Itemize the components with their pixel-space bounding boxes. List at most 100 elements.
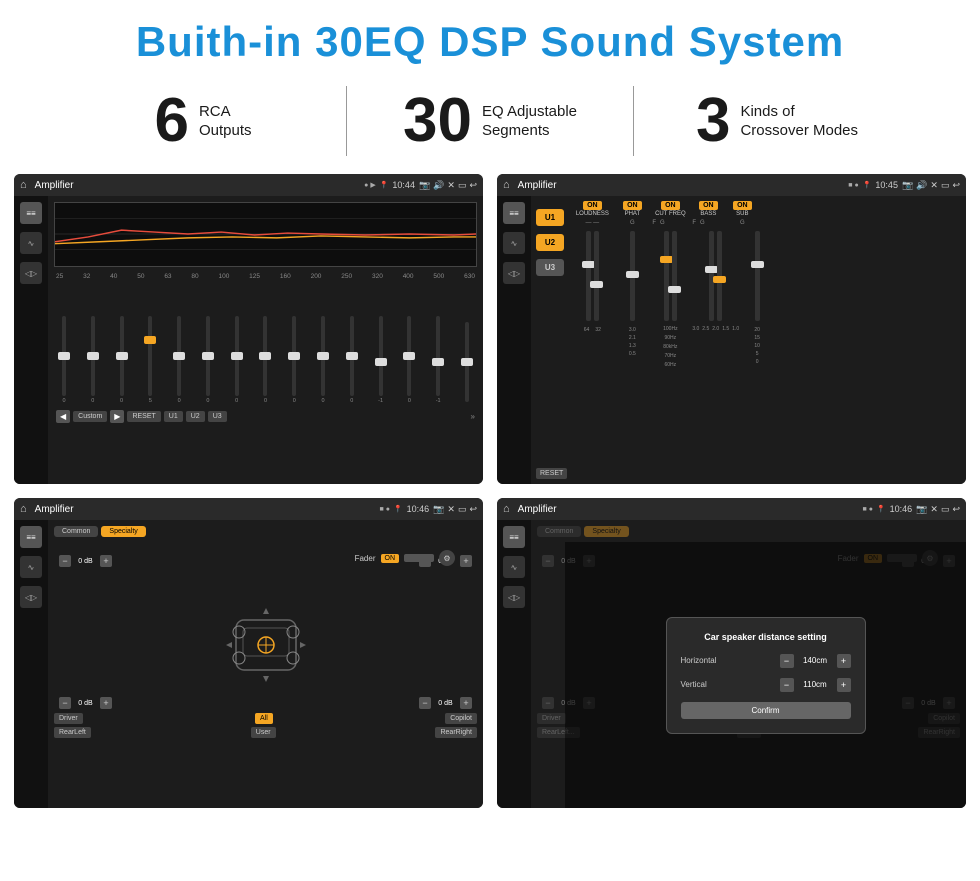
time-eq: 10:44 xyxy=(392,180,415,190)
preset-u1-btn[interactable]: U1 xyxy=(536,209,564,226)
back-icon-2[interactable]: ↩ xyxy=(952,180,960,191)
eq-slider-6[interactable]: 0 xyxy=(229,316,245,404)
cutfreq-hz-3: 80kHz xyxy=(663,344,677,350)
home-icon-3[interactable]: ⌂ xyxy=(20,503,27,515)
copilot-btn-fader[interactable]: Copilot xyxy=(445,713,477,724)
rearleft-btn[interactable]: RearLeft xyxy=(54,727,91,738)
eq-slider-0[interactable]: 0 xyxy=(56,316,72,404)
tab-specialty-btn[interactable]: Specialty xyxy=(101,526,145,537)
loudness-track-2[interactable] xyxy=(594,231,599,321)
topbar-title-eq: Amplifier xyxy=(35,180,360,191)
x-icon-4[interactable]: ✕ xyxy=(930,504,938,515)
back-icon-3[interactable]: ↩ xyxy=(469,504,477,515)
home-icon-2[interactable]: ⌂ xyxy=(503,179,510,191)
eq-next-btn[interactable]: ▶ xyxy=(110,410,124,423)
db-plus-bottomright[interactable]: + xyxy=(460,697,472,709)
eq-slider-1[interactable]: 0 xyxy=(85,316,101,404)
phat-track[interactable] xyxy=(630,231,635,321)
db-plus-topright[interactable]: + xyxy=(460,555,472,567)
fader-slider[interactable] xyxy=(404,554,434,562)
eq-slider-4[interactable]: 0 xyxy=(171,316,187,404)
horizontal-minus-btn[interactable]: − xyxy=(780,654,794,668)
eq-slider-3[interactable]: 5 xyxy=(142,316,158,404)
page-title: Buith-in 30EQ DSP Sound System xyxy=(0,0,980,76)
horizontal-stepper[interactable]: − 140cm + xyxy=(780,654,851,668)
screen-fader: ⌂ Amplifier ■ ● 📍 10:46 📷 ✕ ▭ ↩ ≡≡ ∿ ◁▷ … xyxy=(14,498,483,808)
sidebar-dialog-eq-icon[interactable]: ≡≡ xyxy=(503,526,525,548)
preset-u3-btn[interactable]: U3 xyxy=(536,259,564,276)
vertical-minus-btn[interactable]: − xyxy=(780,678,794,692)
reset-btn-crossover[interactable]: RESET xyxy=(536,468,567,479)
sidebar-vol-icon[interactable]: ◁▷ xyxy=(20,262,42,284)
cutfreq-track-2[interactable] xyxy=(672,231,677,321)
bass-track-2[interactable] xyxy=(717,231,722,321)
horizontal-plus-btn[interactable]: + xyxy=(837,654,851,668)
screens-grid: ⌂ Amplifier ● ▶ 📍 10:44 📷 🔊 ✕ ▭ ↩ ≡≡ ∿ ◁… xyxy=(0,170,980,818)
sub-on-badge[interactable]: ON xyxy=(733,201,752,210)
tab-common-btn[interactable]: Common xyxy=(54,526,98,537)
sidebar-eq-icon[interactable]: ≡≡ xyxy=(20,202,42,224)
vertical-stepper[interactable]: − 110cm + xyxy=(780,678,851,692)
eq-slider-5[interactable]: 0 xyxy=(200,316,216,404)
x-icon-2[interactable]: ✕ xyxy=(930,180,938,191)
fader-main: Common Specialty Fader ON ⚙ − 0 dB + xyxy=(48,520,483,808)
db-plus-topleft[interactable]: + xyxy=(100,555,112,567)
sidebar-crossover-eq-icon[interactable]: ≡≡ xyxy=(503,202,525,224)
eq-u1-btn[interactable]: U1 xyxy=(164,411,183,422)
loudness-on-badge[interactable]: ON xyxy=(583,201,602,210)
eq-custom-btn[interactable]: Custom xyxy=(73,411,107,422)
vertical-plus-btn[interactable]: + xyxy=(837,678,851,692)
on-badges-row: ON LOUDNESS ON PHAT ON CUT FREQ ON xyxy=(572,201,961,217)
eq-slider-13[interactable]: -1 xyxy=(430,316,446,404)
eq-slider-7[interactable]: 0 xyxy=(257,316,273,404)
x-icon[interactable]: ✕ xyxy=(447,180,455,191)
x-icon-3[interactable]: ✕ xyxy=(447,504,455,515)
bottom-buttons-row2: RearLeft User RearRight xyxy=(54,727,477,738)
phat-on-badge[interactable]: ON xyxy=(623,201,642,210)
eq-slider-12[interactable]: 0 xyxy=(401,316,417,404)
eq-slider-14[interactable] xyxy=(459,322,475,404)
back-icon[interactable]: ↩ xyxy=(469,180,477,191)
loudness-track-1[interactable] xyxy=(586,231,591,321)
back-icon-4[interactable]: ↩ xyxy=(952,504,960,515)
eq-slider-2[interactable]: 0 xyxy=(114,316,130,404)
eq-reset-btn[interactable]: RESET xyxy=(127,411,160,422)
eq-slider-8[interactable]: 0 xyxy=(286,316,302,404)
db-minus-bottomleft[interactable]: − xyxy=(59,697,71,709)
eq-u3-btn[interactable]: U3 xyxy=(208,411,227,422)
db-plus-bottomleft[interactable]: + xyxy=(100,697,112,709)
sidebar-eq: ≡≡ ∿ ◁▷ xyxy=(14,196,48,484)
home-icon[interactable]: ⌂ xyxy=(20,179,27,191)
topbar-title-crossover: Amplifier xyxy=(518,180,845,191)
eq-prev-btn[interactable]: ◀ xyxy=(56,410,70,423)
sidebar-crossover-vol-icon[interactable]: ◁▷ xyxy=(503,262,525,284)
db-control-bottomleft: − 0 dB + xyxy=(59,697,112,709)
db-minus-topleft[interactable]: − xyxy=(59,555,71,567)
eq-slider-9[interactable]: 0 xyxy=(315,316,331,404)
confirm-button[interactable]: Confirm xyxy=(681,702,851,719)
topbar-eq: ⌂ Amplifier ● ▶ 📍 10:44 📷 🔊 ✕ ▭ ↩ xyxy=(14,174,483,196)
bass-on-badge[interactable]: ON xyxy=(699,201,718,210)
sidebar-fader-wave-icon[interactable]: ∿ xyxy=(20,556,42,578)
sidebar-dialog-vol-icon[interactable]: ◁▷ xyxy=(503,586,525,608)
sidebar-wave-icon[interactable]: ∿ xyxy=(20,232,42,254)
cutfreq-track-1[interactable] xyxy=(664,231,669,321)
all-btn[interactable]: All xyxy=(255,713,273,724)
sub-track[interactable] xyxy=(755,231,760,321)
driver-btn[interactable]: Driver xyxy=(54,713,83,724)
sidebar-crossover-wave-icon[interactable]: ∿ xyxy=(503,232,525,254)
sidebar-dialog-wave-icon[interactable]: ∿ xyxy=(503,556,525,578)
eq-slider-10[interactable]: 0 xyxy=(344,316,360,404)
sidebar-fader-eq-icon[interactable]: ≡≡ xyxy=(20,526,42,548)
db-minus-bottomright[interactable]: − xyxy=(419,697,431,709)
cutfreq-on-badge[interactable]: ON xyxy=(661,201,680,210)
eq-u2-btn[interactable]: U2 xyxy=(186,411,205,422)
settings-icon[interactable]: ⚙ xyxy=(439,550,455,566)
fader-on-badge[interactable]: ON xyxy=(381,554,400,563)
home-icon-4[interactable]: ⌂ xyxy=(503,503,510,515)
user-btn[interactable]: User xyxy=(251,727,276,738)
sidebar-fader-vol-icon[interactable]: ◁▷ xyxy=(20,586,42,608)
preset-u2-btn[interactable]: U2 xyxy=(536,234,564,251)
eq-slider-11[interactable]: -1 xyxy=(373,316,389,404)
rearright-btn[interactable]: RearRight xyxy=(435,727,477,738)
